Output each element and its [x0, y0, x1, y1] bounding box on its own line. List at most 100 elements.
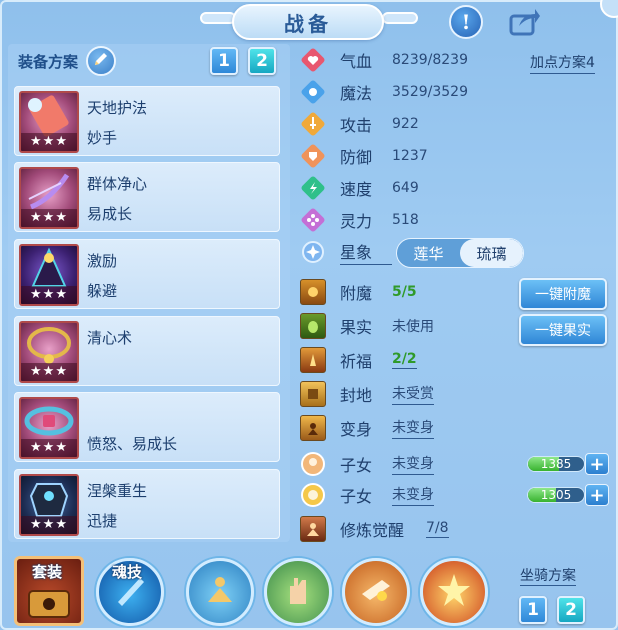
pray-icon	[300, 347, 326, 373]
star-option-lotus[interactable]: 莲华	[397, 239, 460, 267]
star-option-glaze[interactable]: 琉璃	[460, 239, 523, 267]
item-skill: 天地护法	[87, 99, 148, 117]
stat-row-star: 星象	[300, 238, 392, 266]
skill-slot-1[interactable]	[186, 558, 254, 626]
equipment-slot-1[interactable]: ★★★ 天地护法 妙手	[14, 86, 280, 156]
child-1-add-button[interactable]: +	[585, 453, 609, 475]
cultivation-row: 修炼觉醒 7/8	[300, 515, 449, 543]
pencil-icon	[92, 50, 110, 72]
item-skill: 清心术	[87, 329, 133, 347]
stat-row-speed: 速度 649	[300, 174, 419, 202]
item-effect: 愤怒、易成长	[87, 435, 178, 453]
transform-row: 变身 未变身	[300, 414, 434, 442]
skill-slot-2[interactable]	[264, 558, 332, 626]
stat-value: 922	[392, 116, 419, 132]
fief-label: 封地	[340, 386, 373, 405]
item-stars: ★★★	[21, 286, 77, 304]
suit-label: 套装	[32, 563, 63, 581]
title-ornament-right	[382, 12, 418, 24]
share-icon[interactable]	[508, 5, 542, 39]
skill-slot-3[interactable]	[342, 558, 410, 626]
item-stars: ★★★	[21, 209, 77, 227]
child-1-bar: 1385	[527, 456, 585, 472]
skill-slot-4[interactable]	[420, 558, 488, 626]
treasure-chest-icon	[25, 577, 73, 625]
necklace-item-icon: ★★★	[19, 321, 79, 383]
fruit-icon	[300, 313, 326, 339]
cultivation-icon	[300, 516, 326, 542]
add-point-scheme-link[interactable]: 加点方案4	[530, 52, 595, 74]
item-effect: 躲避	[87, 282, 118, 300]
explosion-icon	[434, 570, 474, 614]
enchant-value: 5/5	[392, 284, 417, 300]
title-banner: 战备	[232, 4, 384, 40]
cultivation-value[interactable]: 7/8	[426, 520, 449, 538]
shield-icon	[300, 143, 326, 169]
item-effect: 妙手	[87, 129, 118, 147]
child-2-add-button[interactable]: +	[585, 484, 609, 506]
title-ornament-left	[200, 12, 236, 24]
stat-label: 灵力	[340, 212, 373, 231]
info-icon[interactable]: !	[449, 5, 483, 39]
stat-label: 防御	[340, 148, 373, 167]
item-stars: ★★★	[21, 516, 77, 534]
item-stars: ★★★	[21, 133, 77, 151]
fruit-label: 果实	[340, 318, 373, 337]
equipment-slot-2[interactable]: ★★★ 群体净心 易成长	[14, 162, 280, 232]
item-stars: ★★★	[21, 363, 77, 381]
transform-label: 变身	[340, 420, 373, 439]
equipment-scheme-1-button[interactable]: 1	[210, 47, 238, 75]
child-transform-value[interactable]: 未变身	[392, 453, 434, 475]
child-label: 子女	[340, 456, 373, 475]
child-transform-value[interactable]: 未变身	[392, 484, 434, 506]
child-2-bar: 1305	[527, 487, 585, 503]
cultivation-label: 修炼觉醒	[340, 521, 405, 540]
stat-row-hp: 气血 8239/8239	[300, 46, 468, 74]
meditating-figure-icon	[200, 570, 240, 614]
stat-row-defense: 防御 1237	[300, 142, 428, 170]
stat-value: 649	[392, 180, 419, 196]
transform-value[interactable]: 未变身	[392, 417, 434, 439]
enchant-label: 附魔	[340, 284, 373, 303]
star-sign-label[interactable]: 星象	[340, 239, 392, 265]
item-skill: 群体净心	[87, 175, 148, 193]
equipment-slot-5[interactable]: ★★★ 愤怒、易成长	[14, 392, 280, 462]
stat-label: 魔法	[340, 84, 373, 103]
equipment-scheme-2-button[interactable]: 2	[248, 47, 276, 75]
equipment-slot-6[interactable]: ★★★ 涅槃重生 迅捷	[14, 469, 280, 539]
fief-value[interactable]: 未受赏	[392, 383, 434, 405]
edit-scheme-button[interactable]	[86, 46, 117, 76]
item-stars: ★★★	[21, 439, 77, 457]
bow-item-icon: ★★★	[19, 167, 79, 229]
mount-scheme-2-button[interactable]: 2	[557, 596, 585, 624]
mount-scheme-1-button[interactable]: 1	[519, 596, 547, 624]
pray-value[interactable]: 2/2	[392, 351, 417, 369]
scroll-item-icon: ★★★	[19, 91, 79, 153]
fruit-value: 未使用	[392, 319, 434, 335]
enchant-icon	[300, 279, 326, 305]
equipment-scheme-label: 装备方案	[18, 52, 79, 71]
stat-row-spirit: 灵力 518	[300, 206, 419, 234]
mount-scheme-label[interactable]: 坐骑方案	[520, 565, 576, 586]
item-effect: 迅捷	[87, 512, 118, 530]
stat-row-attack: 攻击 922	[300, 110, 419, 138]
equipment-slot-3[interactable]: ★★★ 激励 躲避	[14, 239, 280, 309]
equipment-slot-4[interactable]: ★★★ 清心术	[14, 316, 280, 386]
star-sign-toggle[interactable]: 莲华 琉璃	[396, 238, 524, 268]
one-click-enchant-button[interactable]: 一键附魔	[519, 278, 607, 310]
stat-label: 气血	[340, 52, 373, 71]
armor-item-icon: ★★★	[19, 474, 79, 536]
child-row-1: 子女 未变身	[300, 450, 434, 478]
pray-row: 祈福 2/2	[300, 346, 417, 374]
belt-item-icon: ★★★	[19, 397, 79, 459]
stat-value: 3529/3529	[392, 84, 468, 100]
child-girl-icon	[300, 451, 326, 477]
one-click-fruit-button[interactable]: 一键果实	[519, 314, 607, 346]
hand-icon	[278, 570, 318, 614]
mana-icon	[300, 79, 326, 105]
child-1-bar-value: 1385	[540, 457, 572, 471]
item-effect: 易成长	[87, 205, 133, 223]
stat-value: 8239/8239	[392, 52, 468, 68]
child-row-2: 子女 未变身	[300, 481, 434, 509]
cloak-item-icon: ★★★	[19, 244, 79, 306]
